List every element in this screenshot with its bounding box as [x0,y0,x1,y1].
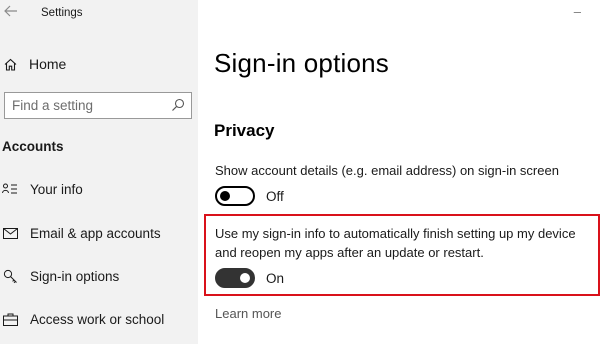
section-heading-accounts: Accounts [2,139,64,154]
sidebar-item-label: Sign-in options [30,268,120,284]
person-card-icon [2,182,18,196]
sidebar-item-email-app-accounts[interactable]: Email & app accounts [0,221,198,245]
learn-more-link[interactable]: Learn more [215,306,281,321]
home-icon [3,57,17,71]
search-input[interactable]: Find a setting [4,92,192,119]
minimize-button[interactable]: – [574,4,581,19]
toggle-state-label: On [266,270,285,286]
sidebar-item-sign-in-options[interactable]: Sign-in options [0,264,198,288]
sidebar-item-home[interactable]: Home [0,52,198,76]
sidebar-item-access-work-or-school[interactable]: Access work or school [0,307,198,331]
app-title: Settings [41,7,83,19]
use-sign-in-info-toggle[interactable] [215,268,255,288]
sidebar-item-label: Home [29,56,67,72]
use-sign-in-info-line1: Use my sign-in info to automatically fin… [215,226,576,241]
sidebar: Settings Home Find a setting Accounts Yo… [0,0,198,344]
sidebar-item-your-info[interactable]: Your info [0,177,198,201]
search-icon[interactable] [171,98,185,112]
use-sign-in-info-row: On [215,268,284,288]
show-account-details-label: Show account details (e.g. email address… [215,163,559,178]
toggle-state-label: Off [266,188,284,204]
use-sign-in-info-label: Use my sign-in info to automatically fin… [215,224,576,262]
privacy-heading: Privacy [214,121,275,140]
search-placeholder: Find a setting [12,98,94,113]
sidebar-item-label: Access work or school [30,311,165,327]
envelope-icon [2,226,18,240]
toggle-knob [220,191,230,201]
key-icon [2,269,18,283]
show-account-details-toggle[interactable] [215,186,255,206]
sidebar-item-label: Email & app accounts [30,225,161,241]
show-account-details-row: Off [215,186,284,206]
toggle-knob [240,273,250,283]
use-sign-in-info-line2: and reopen my apps after an update or re… [215,245,484,260]
sidebar-item-label: Your info [30,181,83,197]
back-arrow-icon[interactable] [4,4,20,22]
briefcase-icon [2,312,18,326]
page-title: Sign-in options [214,48,389,78]
